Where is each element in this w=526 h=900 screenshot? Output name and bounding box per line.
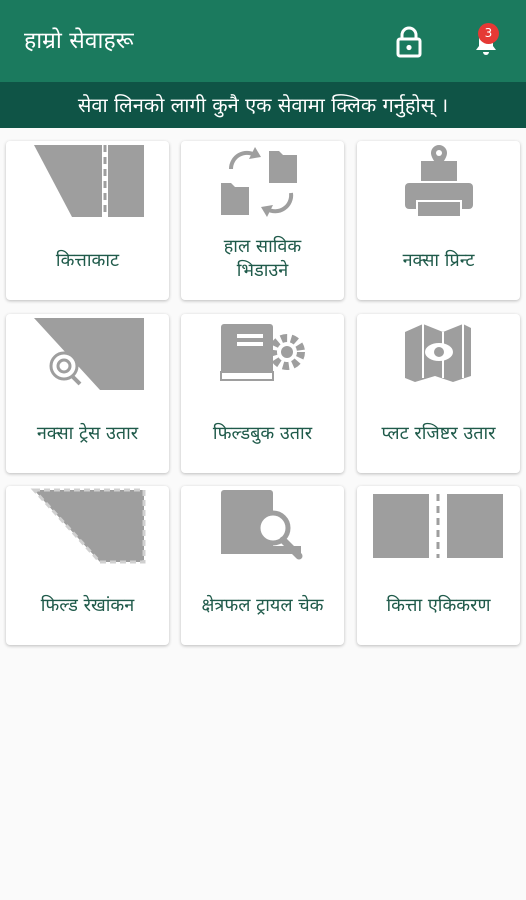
notification-badge: 3 [478,23,499,44]
service-label: हाल साविक भिडाउने [223,236,302,281]
map-print-icon [405,145,473,218]
service-label: नक्सा प्रिन्ट [402,250,475,271]
map-view-icon [405,324,471,382]
service-card-hal-sabik[interactable]: हाल साविक भिडाउने [181,141,344,300]
service-label: फिल्डबुक उतार [212,423,313,444]
lock-icon[interactable] [394,25,424,59]
map-trace-icon [34,318,144,390]
service-label: क्षेत्रफल ट्रायल चेक [201,595,324,616]
app-title: हाम्रो सेवाहरू [24,28,134,54]
parcel-split-icon [34,145,144,217]
service-card-kitta-ekikaran[interactable]: कित्ता एकिकरण [357,486,520,645]
service-card-naksa-print[interactable]: नक्सा प्रिन्ट [357,141,520,300]
area-search-icon [221,490,303,560]
service-label: फिल्ड रेखांकन [40,595,135,616]
service-label: कित्ता एकिकरण [386,595,491,616]
swap-files-icon [221,147,297,217]
service-card-kittakat[interactable]: कित्ताकाट [6,141,169,300]
field-boundary-icon [30,488,146,564]
service-card-fieldbook[interactable]: फिल्डबुक उतार [181,314,344,473]
service-label: प्लट रजिष्टर उतार [381,423,496,444]
service-card-plot-register[interactable]: प्लट रजिष्टर उतार [357,314,520,473]
instruction-banner: सेवा लिनको लागी कुनै एक सेवामा क्लिक गर्… [0,82,526,128]
service-card-naksa-trace[interactable]: नक्सा ट्रेस उतार [6,314,169,473]
app-bar: हाम्रो सेवाहरू 3 [0,0,526,82]
parcel-merge-icon [373,494,503,558]
service-label: कित्ताकाट [55,250,120,271]
service-card-field-rekhankan[interactable]: फिल्ड रेखांकन [6,486,169,645]
service-card-area-trial[interactable]: क्षेत्रफल ट्रायल चेक [181,486,344,645]
fieldbook-settings-icon [220,324,305,381]
service-label: नक्सा ट्रेस उतार [36,423,139,444]
